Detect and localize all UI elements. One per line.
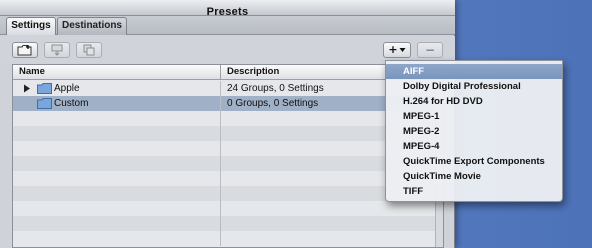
- chevron-down-icon: [399, 48, 406, 52]
- add-setting-dropdown-menu: AIFF Dolby Digital Professional H.264 fo…: [385, 60, 563, 202]
- table-header: Name Description: [13, 65, 443, 80]
- menu-item-dolby-digital-professional[interactable]: Dolby Digital Professional: [386, 79, 562, 94]
- menu-item-mpeg-1[interactable]: MPEG-1: [386, 109, 562, 124]
- menu-item-mpeg-2[interactable]: MPEG-2: [386, 124, 562, 139]
- row-name: Custom: [54, 98, 89, 109]
- column-divider: [220, 201, 221, 216]
- folder-icon: [37, 83, 52, 94]
- empty-row: [13, 231, 443, 246]
- empty-row: [13, 126, 443, 141]
- menu-item-quicktime-movie[interactable]: QuickTime Movie: [386, 169, 562, 184]
- apply-icon: [51, 44, 63, 56]
- column-divider[interactable]: [220, 65, 221, 80]
- duplicate-button[interactable]: [76, 42, 102, 58]
- tab-destinations[interactable]: Destinations: [57, 17, 127, 35]
- presets-table: Name Description Apple 24 Groups, 0 Sett…: [12, 64, 444, 248]
- row-description: 0 Groups, 0 Settings: [227, 98, 319, 109]
- tab-bar: Settings Destinations: [0, 16, 455, 35]
- add-label: +: [388, 43, 398, 56]
- window-titlebar[interactable]: Presets: [0, 0, 455, 18]
- menu-item-tiff[interactable]: TIFF: [386, 184, 562, 199]
- empty-row: [13, 141, 443, 156]
- menu-item-aiff[interactable]: AIFF: [386, 64, 562, 79]
- row-description: 24 Groups, 0 Settings: [227, 83, 324, 94]
- column-divider: [220, 96, 221, 111]
- empty-row: [13, 216, 443, 231]
- column-divider: [220, 81, 221, 96]
- column-header-name[interactable]: Name: [19, 65, 45, 79]
- disclosure-triangle-icon[interactable]: [23, 84, 31, 93]
- folder-icon: [37, 98, 52, 109]
- column-divider: [220, 231, 221, 246]
- column-divider: [220, 126, 221, 141]
- remove-label: −: [424, 43, 436, 57]
- table-row-custom[interactable]: Custom 0 Groups, 0 Settings: [13, 96, 443, 111]
- empty-row: [13, 171, 443, 186]
- menu-item-quicktime-export-components[interactable]: QuickTime Export Components: [386, 154, 562, 169]
- column-divider: [220, 216, 221, 231]
- table-row-apple[interactable]: Apple 24 Groups, 0 Settings: [13, 81, 443, 96]
- duplicate-icon: [83, 44, 95, 56]
- column-divider: [220, 111, 221, 126]
- empty-row: [13, 201, 443, 216]
- column-divider: [220, 171, 221, 186]
- empty-row: [13, 111, 443, 126]
- menu-item-mpeg-4[interactable]: MPEG-4: [386, 139, 562, 154]
- row-name: Apple: [54, 83, 80, 94]
- apply-preset-button[interactable]: [44, 42, 70, 58]
- column-divider: [220, 186, 221, 201]
- column-divider: [220, 156, 221, 171]
- column-divider: [220, 141, 221, 156]
- add-setting-menu-button[interactable]: +: [383, 42, 411, 58]
- new-folder-button[interactable]: [12, 42, 38, 58]
- menu-item-h264-hd-dvd[interactable]: H.264 for HD DVD: [386, 94, 562, 109]
- column-header-description[interactable]: Description: [227, 65, 279, 79]
- new-folder-icon: [17, 45, 32, 56]
- tab-settings[interactable]: Settings: [6, 17, 56, 35]
- table-rows: Apple 24 Groups, 0 Settings Custom 0 Gro…: [13, 81, 443, 246]
- empty-row: [13, 186, 443, 201]
- remove-button[interactable]: −: [417, 42, 443, 58]
- empty-row: [13, 156, 443, 171]
